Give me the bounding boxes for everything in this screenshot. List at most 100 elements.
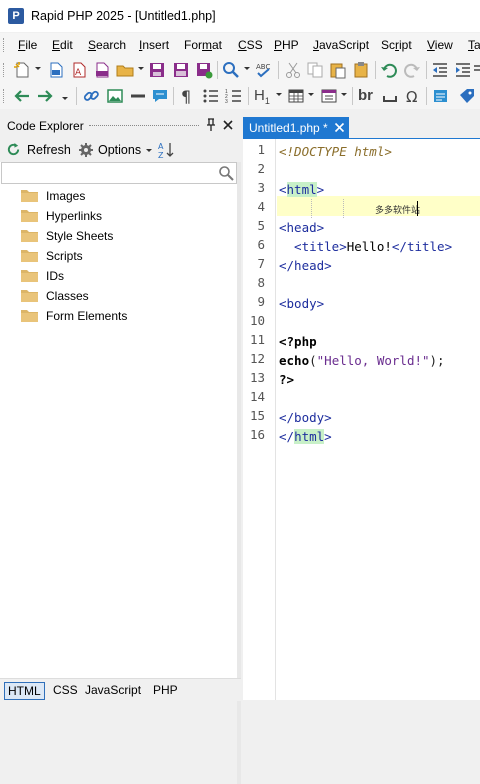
line-number: 16 [249, 427, 265, 442]
new-file-icon[interactable] [13, 61, 31, 79]
menu-file[interactable]: File [18, 38, 37, 52]
close-tab-icon[interactable] [334, 122, 345, 133]
code-text-area[interactable]: <!DOCTYPE html> <html> 多多软件站 <head> <tit… [279, 139, 480, 700]
special-characters-icon[interactable]: Ω [404, 87, 422, 105]
nbsp-icon[interactable] [381, 87, 399, 105]
options-button[interactable]: Options [78, 141, 153, 159]
line-number: 14 [249, 389, 265, 404]
tab-php[interactable]: PHP [150, 682, 181, 698]
paste-special-icon[interactable] [352, 61, 370, 79]
toolbar-separator [426, 87, 427, 105]
undo-icon[interactable] [380, 61, 398, 79]
line-number-gutter: 1 2 3 4 5 6 7 8 9 10 11 12 13 14 15 16 [243, 139, 276, 700]
menu-format[interactable]: Format [184, 38, 222, 52]
outdent-icon[interactable] [431, 61, 449, 79]
pin-icon[interactable] [206, 118, 216, 132]
line-number: 13 [249, 370, 265, 385]
snippets-icon[interactable] [432, 87, 450, 105]
toolbar-grip [3, 89, 7, 103]
tree-item-style-sheets[interactable]: Style Sheets [21, 226, 221, 246]
new-file-dropdown-icon[interactable] [35, 67, 41, 70]
sort-az-icon[interactable]: AZ [157, 141, 175, 159]
insert-table-icon[interactable] [287, 87, 305, 105]
tag-icon[interactable] [458, 87, 476, 105]
language-tabs: HTML CSS JavaScript PHP [0, 678, 241, 701]
navigation-dropdown-icon[interactable] [62, 97, 68, 100]
tree-item-scripts[interactable]: Scripts [21, 246, 221, 266]
panel-drag-handle[interactable] [89, 125, 199, 126]
tree-item-ids[interactable]: IDs [21, 266, 221, 286]
spellcheck-icon[interactable]: ABC [255, 61, 273, 79]
line-number: 3 [257, 180, 265, 195]
open-dropdown-icon[interactable] [138, 67, 144, 70]
tree-item-hyperlinks[interactable]: Hyperlinks [21, 206, 221, 226]
save-all-icon[interactable] [172, 61, 190, 79]
svg-text:Z: Z [158, 151, 164, 159]
toolbar-separator [278, 61, 279, 79]
close-icon[interactable] [222, 119, 234, 131]
document-tab[interactable]: Untitled1.php * [243, 117, 349, 138]
insert-form-icon[interactable] [320, 87, 338, 105]
menu-javascript[interactable]: JavaScript [313, 38, 369, 52]
tab-css[interactable]: CSS [50, 682, 81, 698]
line-number: 7 [257, 256, 265, 271]
copy-icon[interactable] [306, 61, 324, 79]
redo-icon[interactable] [403, 61, 421, 79]
main-toolbar: A ABC [0, 57, 480, 83]
explorer-search-box[interactable] [1, 162, 237, 184]
save-as-icon[interactable] [195, 61, 213, 79]
toolbar-overflow-icon[interactable] [474, 61, 480, 79]
tree-item-form-elements[interactable]: Form Elements [21, 306, 221, 326]
open-folder-icon[interactable] [116, 61, 134, 79]
menu-script[interactable]: Script [381, 38, 412, 52]
menu-insert[interactable]: Insert [139, 38, 169, 52]
back-arrow-icon[interactable] [13, 87, 31, 105]
folder-icon [21, 250, 38, 262]
new-html-icon[interactable] [47, 61, 65, 79]
code-line-html-close: </html> [279, 429, 332, 444]
code-line-current: 多多软件站 [279, 199, 480, 218]
heading-icon[interactable]: H1 [254, 87, 270, 106]
options-label: Options [98, 143, 142, 157]
heading-dropdown-icon[interactable] [276, 93, 282, 96]
form-dropdown-icon[interactable] [341, 93, 347, 96]
menu-search[interactable]: Search [88, 38, 126, 52]
tree-item-label: Classes [46, 289, 89, 303]
line-break-icon[interactable]: br [358, 87, 373, 104]
explorer-search-input[interactable] [4, 164, 218, 183]
tree-item-label: Form Elements [46, 309, 128, 323]
new-php-icon[interactable] [93, 61, 111, 79]
tab-html[interactable]: HTML [4, 682, 45, 700]
menu-css[interactable]: CSS [238, 38, 263, 52]
line-number: 2 [257, 161, 265, 176]
comment-icon[interactable] [151, 87, 169, 105]
insert-link-icon[interactable] [82, 87, 100, 105]
code-line-body-open: <body> [279, 296, 325, 311]
tab-javascript[interactable]: JavaScript [82, 682, 144, 698]
tree-item-images[interactable]: Images [21, 186, 221, 206]
cut-icon[interactable] [284, 61, 302, 79]
menu-bar: File Edit Search Insert Format CSS PHP J… [0, 33, 480, 57]
insert-image-icon[interactable] [106, 87, 124, 105]
svg-text:3: 3 [225, 99, 228, 105]
indent-icon[interactable] [454, 61, 472, 79]
table-dropdown-icon[interactable] [308, 93, 314, 96]
paste-icon[interactable] [329, 61, 347, 79]
find-icon[interactable] [222, 61, 240, 79]
refresh-button[interactable]: Refresh [6, 141, 74, 159]
paragraph-icon[interactable]: ¶ [178, 87, 196, 105]
menubar-grip [3, 38, 7, 52]
search-icon[interactable] [218, 165, 234, 181]
bullet-list-icon[interactable] [202, 87, 220, 105]
forward-arrow-icon[interactable] [36, 87, 54, 105]
save-icon[interactable] [148, 61, 166, 79]
tree-item-classes[interactable]: Classes [21, 286, 221, 306]
menu-tools-truncated[interactable]: Ta [468, 38, 480, 52]
menu-php[interactable]: PHP [274, 38, 299, 52]
menu-edit[interactable]: Edit [52, 38, 73, 52]
horizontal-rule-icon[interactable] [129, 87, 147, 105]
find-dropdown-icon[interactable] [244, 67, 250, 70]
new-css-icon[interactable]: A [70, 61, 88, 79]
numbered-list-icon[interactable]: 123 [225, 87, 243, 105]
menu-view[interactable]: View [427, 38, 453, 52]
